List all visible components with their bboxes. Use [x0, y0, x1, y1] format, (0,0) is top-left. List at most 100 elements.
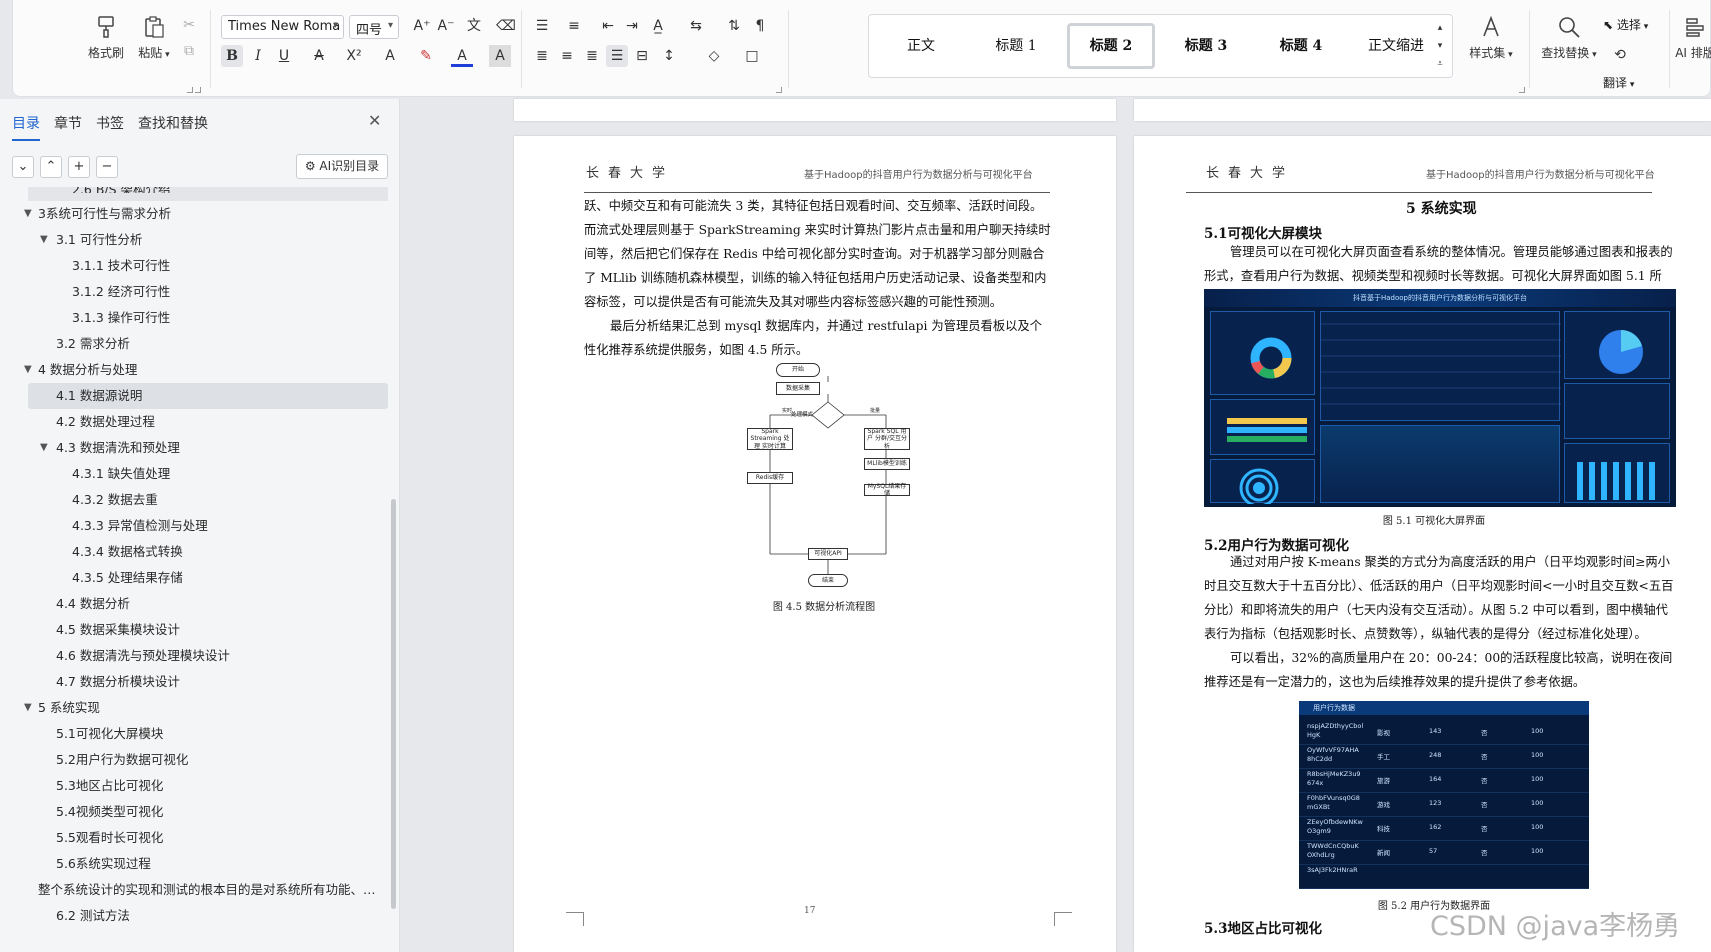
toc-item[interactable]: 4.3.5 处理结果存储 — [0, 565, 392, 591]
style-normal[interactable]: 正文 — [877, 23, 965, 69]
clear-format-icon[interactable]: ⌫ — [495, 15, 517, 37]
strikethrough-icon[interactable]: A — [308, 45, 330, 67]
border-icon[interactable]: □ — [741, 45, 763, 67]
expand-arrow-icon[interactable]: ▼ — [40, 435, 48, 461]
style-heading-3[interactable]: 标题 3 — [1162, 23, 1250, 69]
toc-item[interactable]: 5.4视频类型可视化 — [0, 799, 392, 825]
add-heading-button[interactable]: + — [68, 156, 90, 178]
sort-icon[interactable]: ⇅ — [723, 15, 745, 37]
bullet-list-icon[interactable]: ☰ — [531, 15, 553, 37]
toc-item[interactable]: 4.6 数据清洗与预处理模块设计 — [0, 643, 392, 669]
font-size-combo[interactable]: 四号 ▾ — [349, 15, 399, 39]
font-name-combo[interactable]: Times New Roma ▾ — [221, 15, 344, 39]
toc-item[interactable]: 整个系统设计的实现和测试的根本目的是对系统所有功能、性... — [0, 877, 392, 903]
justify-icon[interactable]: ☰ — [606, 45, 628, 67]
style-heading-4[interactable]: 标题 4 — [1257, 23, 1345, 69]
toc-item[interactable]: 3.1.3 操作可行性 — [0, 305, 392, 331]
collapse-all-button[interactable]: ⌄ — [12, 156, 34, 178]
font-group-launcher-icon[interactable] — [195, 87, 201, 93]
paste-button[interactable]: 粘贴 ▾ — [131, 14, 177, 61]
toc-item[interactable]: 4.3.1 缺失值处理 — [0, 461, 392, 487]
expand-gallery-icon[interactable]: ⩡ — [1429, 53, 1451, 75]
toc-item[interactable]: 3.1.2 经济可行性 — [0, 279, 392, 305]
char-shading-icon[interactable]: A — [489, 45, 511, 67]
toc-item[interactable]: ▼ 3系统可行性与需求分析 — [0, 201, 392, 227]
increase-indent-icon[interactable]: ⇥ — [621, 15, 643, 37]
style-body-indent[interactable]: 正文缩进 — [1352, 23, 1440, 69]
shrink-font-icon[interactable]: A⁻ — [435, 15, 457, 37]
toc-item[interactable]: 4.3.3 异常值检测与处理 — [0, 513, 392, 539]
tab-chapters[interactable]: 章节 — [54, 113, 82, 139]
highlight-icon[interactable]: ✎ — [415, 45, 437, 67]
toc-item[interactable]: 4.4 数据分析 — [0, 591, 392, 617]
toc-item[interactable]: 4.1 数据源说明 — [28, 383, 388, 409]
toc-item[interactable]: 4.2 数据处理过程 — [0, 409, 392, 435]
copy-icon[interactable]: ⧉ — [178, 40, 200, 62]
toc-item[interactable]: 4.3.2 数据去重 — [0, 487, 392, 513]
superscript-icon[interactable]: X² — [343, 45, 365, 67]
section-heading: 5.3地区占比可视化 — [1204, 921, 1322, 937]
show-marks-icon[interactable]: ¶ — [749, 15, 771, 37]
format-painter-button[interactable]: 格式刷 — [83, 14, 129, 61]
toc-item[interactable]: 5.1可视化大屏模块 — [0, 721, 392, 747]
ai-toc-button[interactable]: ⚙ AI识别目录 — [296, 154, 388, 179]
style-set-button[interactable]: 样式集 ▾ — [1463, 14, 1519, 61]
nav-scrollbar[interactable] — [391, 499, 396, 909]
toc-item[interactable]: 5.3地区占比可视化 — [0, 773, 392, 799]
text-effect-icon[interactable]: A — [379, 45, 401, 67]
toc-item[interactable]: ▼ 5 系统实现 — [0, 695, 392, 721]
style-heading-2[interactable]: 标题 2 — [1067, 23, 1155, 69]
paragraph-group-launcher-icon[interactable] — [776, 87, 782, 93]
line-spacing-icon[interactable]: ↕ — [658, 45, 680, 67]
expand-up-button[interactable]: ⌃ — [40, 156, 62, 178]
toc-item[interactable]: 5.6系统实现过程 — [0, 851, 392, 877]
toc-item[interactable]: 4.5 数据采集模块设计 — [0, 617, 392, 643]
grow-font-icon[interactable]: A⁺ — [411, 15, 433, 37]
chinese-layout-icon[interactable]: A̲ — [647, 15, 669, 37]
expand-arrow-icon[interactable]: ▼ — [24, 201, 32, 227]
numbered-list-icon[interactable]: ≡ — [563, 15, 585, 37]
align-center-icon[interactable]: ≡ — [556, 45, 578, 67]
distributed-icon[interactable]: ⊟ — [631, 45, 653, 67]
style-heading-1[interactable]: 标题 1 — [972, 23, 1060, 69]
toc-item[interactable]: ▼ 4 数据分析与处理 — [0, 357, 392, 383]
tab-bookmarks[interactable]: 书签 — [96, 113, 124, 139]
align-left-icon[interactable]: ≣ — [531, 45, 553, 67]
toc-item[interactable]: 4.3.4 数据格式转换 — [0, 539, 392, 565]
decrease-indent-icon[interactable]: ⇤ — [597, 15, 619, 37]
font-color-icon[interactable]: A — [451, 45, 473, 67]
remove-heading-button[interactable]: − — [96, 156, 118, 178]
translate-icon[interactable]: ⟲ — [1609, 44, 1631, 66]
toc-item[interactable]: 4.7 数据分析模块设计 — [0, 669, 392, 695]
underline-icon[interactable]: U — [273, 45, 295, 67]
expand-arrow-icon[interactable]: ▼ — [24, 357, 32, 383]
shading-icon[interactable]: ◇ — [703, 45, 725, 67]
toc-item[interactable]: 5.2用户行为数据可视化 — [0, 747, 392, 773]
toc-item[interactable]: 2.6 B/S 架构介绍 — [28, 187, 388, 201]
italic-icon[interactable]: I — [247, 45, 269, 67]
select-button[interactable]: ⬉ 选择 ▾ — [1603, 16, 1648, 33]
styles-group-launcher-icon[interactable] — [1519, 87, 1525, 93]
translate-button[interactable]: 翻译 ▾ — [1603, 74, 1634, 91]
bold-icon[interactable]: B — [221, 45, 243, 67]
tab-toc[interactable]: 目录 — [12, 113, 40, 141]
toc-item[interactable]: 5.5观看时长可视化 — [0, 825, 392, 851]
dashboard-panel — [1564, 443, 1670, 503]
pinyin-icon[interactable]: 文 — [463, 15, 485, 37]
toc-item-label: 4.3.3 异常值检测与处理 — [72, 518, 208, 533]
align-right-icon[interactable]: ≣ — [581, 45, 603, 67]
toc-item[interactable]: ▼ 3.1 可行性分析 — [0, 227, 392, 253]
close-icon[interactable]: ✕ — [368, 111, 381, 130]
toc-item[interactable]: 6.2 测试方法 — [0, 903, 392, 929]
cut-icon[interactable]: ✂ — [178, 14, 200, 36]
expand-arrow-icon[interactable]: ▼ — [24, 695, 32, 721]
clipboard-group-launcher-icon[interactable] — [187, 87, 193, 93]
toc-item[interactable]: 3.2 需求分析 — [0, 331, 392, 357]
ai-layout-button[interactable]: AI 排版 — [1675, 14, 1711, 61]
expand-arrow-icon[interactable]: ▼ — [40, 227, 48, 253]
tab-find-replace[interactable]: 查找和替换 — [138, 113, 208, 139]
find-replace-button[interactable]: 查找替换 ▾ — [1538, 14, 1600, 61]
toc-item[interactable]: ▼ 4.3 数据清洗和预处理 — [0, 435, 392, 461]
text-direction-icon[interactable]: ⇆ — [685, 15, 707, 37]
toc-item[interactable]: 3.1.1 技术可行性 — [0, 253, 392, 279]
